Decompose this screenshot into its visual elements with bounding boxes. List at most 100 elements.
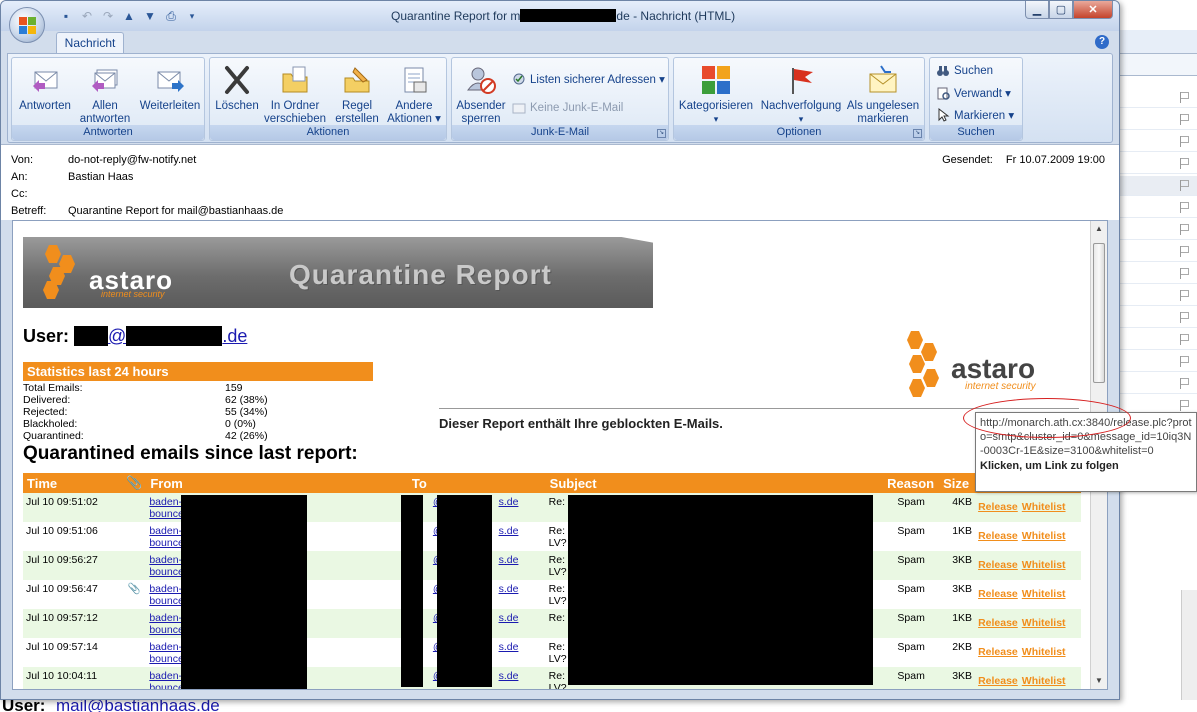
find-button[interactable]: Suchen	[936, 64, 993, 78]
flag-icon[interactable]	[1180, 334, 1190, 345]
flag-icon[interactable]	[1180, 268, 1190, 279]
office-button[interactable]	[9, 7, 45, 43]
sent-value: Fr 10.07.2009 19:00	[1005, 154, 1105, 166]
column-attachment: 📎	[122, 473, 147, 493]
create-rule-button[interactable]: Regel erstellen	[332, 60, 382, 126]
list-item[interactable]	[1119, 242, 1197, 262]
cell-attachment	[122, 493, 147, 522]
next-item-icon[interactable]: ▼	[141, 8, 159, 24]
release-link[interactable]: Release	[978, 646, 1018, 658]
dialog-launcher-icon[interactable]: ↘	[657, 129, 666, 138]
reply-button[interactable]: Antworten	[14, 60, 76, 113]
flag-icon[interactable]	[1180, 202, 1190, 213]
flag-icon[interactable]	[1180, 290, 1190, 301]
whitelist-link[interactable]: Whitelist	[1022, 559, 1066, 571]
list-item[interactable]	[1119, 308, 1197, 328]
list-item[interactable]	[1119, 132, 1197, 152]
list-item[interactable]	[1119, 264, 1197, 284]
release-link[interactable]: Release	[978, 588, 1018, 600]
list-item[interactable]	[1119, 220, 1197, 240]
whitelist-link[interactable]: Whitelist	[1022, 530, 1066, 542]
close-button[interactable]: ✕	[1073, 1, 1113, 19]
move-label-1: In Ordner	[270, 100, 320, 112]
list-item[interactable]	[1119, 110, 1197, 130]
cell-attachment	[122, 638, 147, 667]
print-icon[interactable]: ⎙	[162, 8, 180, 24]
save-icon[interactable]: ▪	[57, 8, 75, 24]
scroll-up-icon[interactable]: ▲	[1091, 221, 1107, 237]
list-item[interactable]	[1119, 330, 1197, 350]
column-from: From	[146, 473, 408, 493]
flag-icon[interactable]	[1180, 312, 1190, 323]
to-domain: s.de	[498, 583, 519, 595]
minimize-button[interactable]: ▁	[1025, 1, 1049, 19]
scroll-down-icon[interactable]: ▼	[1091, 673, 1107, 689]
stat-key: Rejected:	[23, 406, 68, 418]
whitelist-link[interactable]: Whitelist	[1022, 501, 1066, 513]
maximize-button[interactable]: ▢	[1049, 1, 1073, 19]
list-item[interactable]	[1119, 286, 1197, 306]
flag-icon[interactable]	[1180, 92, 1190, 103]
reply-all-label-1: Allen	[92, 100, 118, 112]
flag-icon[interactable]	[1180, 224, 1190, 235]
other-actions-button[interactable]: Andere Aktionen ▾	[384, 60, 444, 126]
safe-lists-button[interactable]: Listen sicherer Adressen ▾	[512, 72, 665, 86]
background-search-bar[interactable]	[1119, 30, 1197, 54]
help-icon[interactable]: ?	[1095, 35, 1109, 49]
release-link[interactable]: Release	[978, 530, 1018, 542]
dialog-launcher-icon[interactable]: ↘	[913, 129, 922, 138]
reply-icon	[29, 64, 61, 96]
related-button[interactable]: Verwandt ▾	[936, 86, 1011, 100]
release-link[interactable]: Release	[978, 501, 1018, 513]
release-link[interactable]: Release	[978, 559, 1018, 571]
mark-unread-button[interactable]: Als ungelesen markieren	[844, 60, 922, 126]
whitelist-link[interactable]: Whitelist	[1022, 588, 1066, 600]
list-item[interactable]	[1119, 374, 1197, 394]
flag-icon[interactable]	[1180, 158, 1190, 169]
list-item[interactable]	[1119, 198, 1197, 218]
list-item[interactable]	[1119, 176, 1197, 196]
background-user-email[interactable]: mail@bastianhaas.de	[56, 700, 220, 712]
to-value[interactable]: Bastian Haas	[68, 171, 133, 183]
forward-button[interactable]: Weiterleiten	[136, 60, 204, 113]
user-email-link[interactable]: @ .de	[108, 326, 247, 346]
from-value[interactable]: do-not-reply@fw-notify.net	[68, 154, 196, 166]
flag-icon[interactable]	[1180, 114, 1190, 125]
undo-icon[interactable]: ↶	[78, 8, 96, 24]
list-item[interactable]	[1119, 154, 1197, 174]
flag-icon[interactable]	[1180, 246, 1190, 257]
whitelist-link[interactable]: Whitelist	[1022, 646, 1066, 658]
cell-attachment	[122, 667, 147, 689]
categorize-button[interactable]: Kategorisieren ▾	[676, 60, 756, 126]
delete-button[interactable]: Löschen	[212, 60, 262, 113]
list-item[interactable]	[1119, 88, 1197, 108]
flag-icon[interactable]	[1180, 356, 1190, 367]
subject-text: LV?	[548, 595, 567, 607]
astaro-logo-hex	[923, 369, 939, 387]
reply-all-button[interactable]: Allen antworten	[74, 60, 136, 126]
list-item[interactable]	[1119, 352, 1197, 372]
title-bar: ▪ ↶ ↷ ▲ ▼ ⎙ ▾ Quarantine Report for m de …	[1, 1, 1119, 31]
flag-icon[interactable]	[1180, 400, 1190, 411]
previous-item-icon[interactable]: ▲	[120, 8, 138, 24]
whitelist-link[interactable]: Whitelist	[1022, 675, 1066, 687]
group-antworten: Antworten Allen antworten Weiterleiten A…	[11, 57, 205, 141]
customize-toolbar-icon[interactable]: ▾	[183, 8, 201, 24]
flag-icon[interactable]	[1180, 378, 1190, 389]
to-domain: s.de	[498, 525, 519, 537]
cell-size: 4KB	[939, 493, 976, 522]
flag-icon[interactable]	[1180, 136, 1190, 147]
select-button[interactable]: Markieren ▾	[936, 107, 1014, 122]
mark-unread-label-2: markieren	[857, 113, 909, 125]
whitelist-link[interactable]: Whitelist	[1022, 617, 1066, 629]
release-link[interactable]: Release	[978, 617, 1018, 629]
not-junk-button[interactable]: Keine Junk-E-Mail	[512, 101, 623, 115]
scroll-thumb[interactable]	[1093, 243, 1105, 383]
redo-icon[interactable]: ↷	[99, 8, 117, 24]
follow-up-button[interactable]: Nachverfolgung ▾	[758, 60, 844, 126]
tab-nachricht[interactable]: Nachricht	[56, 32, 124, 54]
release-link[interactable]: Release	[978, 675, 1018, 687]
block-sender-button[interactable]: Absender sperren	[454, 60, 508, 126]
flag-icon[interactable]	[1180, 180, 1190, 191]
background-scrollbar[interactable]	[1181, 590, 1197, 712]
